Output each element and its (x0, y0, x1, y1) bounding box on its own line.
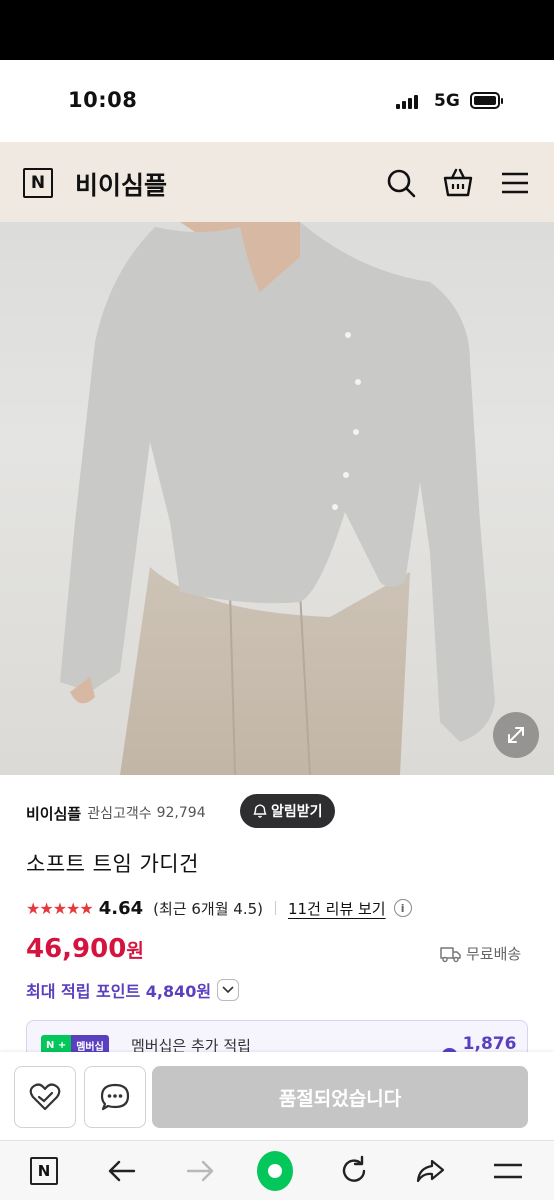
bell-plus-icon (253, 804, 267, 818)
forward-arrow-icon[interactable] (182, 1153, 218, 1189)
browser-toolbar: N (0, 1140, 554, 1200)
rating-row: ★★★★★ 4.64 (최근 6개월 4.5) 11건 리뷰 보기 i (26, 894, 412, 922)
back-arrow-icon[interactable] (104, 1153, 140, 1189)
points-row[interactable]: 최대 적립 포인트 4,840원 (26, 978, 240, 1002)
refresh-icon[interactable] (336, 1153, 372, 1189)
shipping-label: 무료배송 (466, 945, 522, 963)
talk-button[interactable] (84, 1066, 146, 1128)
action-bar: 품절되었습니다 (0, 1052, 554, 1140)
truck-icon (440, 946, 461, 962)
naver-home-button[interactable]: N (26, 1153, 62, 1189)
followers-label: 관심고객수 (87, 806, 152, 822)
divider (274, 901, 276, 915)
status-bar: 10:08 5G (0, 60, 554, 142)
menu-icon[interactable] (490, 1153, 526, 1189)
alarm-button-label: 알림받기 (271, 804, 323, 820)
store-header: N 비이심플 (0, 142, 554, 222)
expand-image-button[interactable] (493, 712, 539, 758)
battery-icon (470, 92, 503, 109)
store-name[interactable]: 비이심플 (26, 803, 81, 824)
rating-score: 4.64 (98, 897, 144, 919)
points-text: 최대 적립 포인트 4,840원 (26, 982, 212, 1001)
shipping-info: 무료배송 (440, 943, 521, 964)
chat-bubble-icon (100, 1083, 130, 1111)
product-image[interactable] (0, 222, 554, 775)
share-icon[interactable] (412, 1153, 448, 1189)
store-title[interactable]: 비이심플 (75, 166, 167, 202)
price-unit: 원 (126, 940, 144, 962)
signal-icon (396, 93, 422, 109)
alarm-button[interactable]: 알림받기 (240, 794, 335, 828)
chevron-down-icon[interactable] (217, 979, 240, 1001)
network-label: 5G (434, 91, 460, 111)
top-letterbox (0, 0, 554, 60)
star-rating-icon: ★★★★★ (26, 898, 94, 918)
product-name: 소프트 트임 가디건 (26, 852, 199, 876)
cardigan-photo (60, 222, 495, 775)
naver-logo-icon[interactable]: N (23, 168, 53, 198)
search-icon[interactable] (384, 166, 418, 200)
wishlist-button[interactable] (14, 1066, 76, 1128)
price-value: 46,900 (26, 934, 127, 964)
cart-icon[interactable] (441, 166, 475, 200)
price: 46,900원 (26, 934, 144, 964)
soldout-button[interactable]: 품절되었습니다 (152, 1066, 528, 1128)
menu-icon[interactable] (498, 166, 532, 200)
green-dot-button[interactable] (257, 1151, 293, 1191)
green-dot-icon (257, 1151, 293, 1191)
heart-check-icon (29, 1083, 61, 1111)
rating-recent: (최근 6개월 4.5) (153, 899, 263, 918)
status-time: 10:08 (68, 88, 138, 112)
expand-icon (508, 727, 524, 743)
store-info-row: 비이심플 관심고객수 92,794 (26, 798, 206, 828)
naver-logo-icon: N (30, 1157, 58, 1185)
info-icon[interactable]: i (393, 899, 412, 917)
review-link[interactable]: 11건 리뷰 보기 (288, 898, 386, 919)
followers-count: 92,794 (156, 805, 206, 821)
